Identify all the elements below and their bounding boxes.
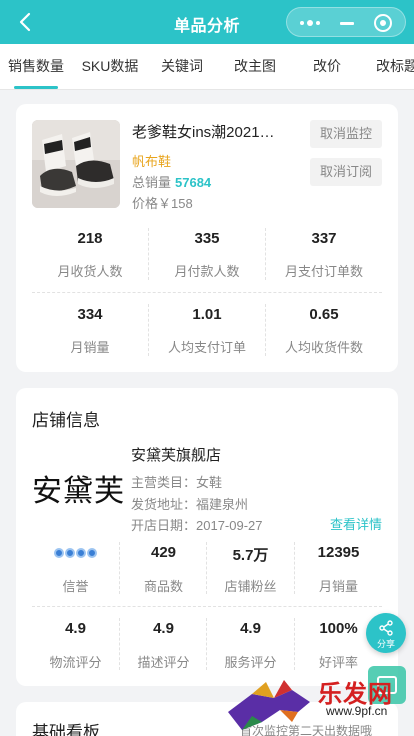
share-icon xyxy=(379,620,393,636)
product-category-tag: 帆布鞋 xyxy=(132,154,172,169)
stat-label: 信誉 xyxy=(62,579,89,594)
top-nav-bar: 单品分析 xyxy=(0,0,414,44)
stat-label: 商品数 xyxy=(143,579,183,594)
row-divider xyxy=(32,292,382,293)
active-tab-indicator xyxy=(14,86,58,89)
tab-sales-quantity[interactable]: 销售数量 xyxy=(6,44,66,89)
stat-value: 337 xyxy=(311,230,337,247)
tab-keywords[interactable]: 关键词 xyxy=(154,44,210,89)
stat-shop-fans: 5.7万 店铺粉丝 xyxy=(207,544,294,595)
col-divider xyxy=(265,304,266,356)
crown-icon xyxy=(54,548,64,558)
tab-change-price[interactable]: 改价 xyxy=(304,44,350,89)
stat-label: 月销量 xyxy=(70,340,110,355)
stat-monthly-payers: 335 月付款人数 xyxy=(149,230,265,280)
stat-label: 月收货人数 xyxy=(57,264,123,279)
row-divider xyxy=(32,606,382,607)
stat-label: 店铺粉丝 xyxy=(224,579,277,594)
stat-label: 月付款人数 xyxy=(174,264,240,279)
total-sales-label: 总销量 xyxy=(132,175,172,190)
stat-shop-monthly-sales: 12395 月销量 xyxy=(295,544,382,595)
crown-icon xyxy=(76,548,86,558)
col-divider xyxy=(294,618,295,670)
shop-section-title: 店铺信息 xyxy=(32,411,100,430)
stat-product-count: 429 商品数 xyxy=(120,544,207,595)
share-button[interactable]: 分享 xyxy=(366,613,406,653)
share-label: 分享 xyxy=(376,639,395,649)
col-divider xyxy=(119,618,120,670)
close-target-icon[interactable] xyxy=(365,8,401,38)
stat-logistics-score: 4.9 物流评分 xyxy=(32,620,119,671)
stat-label: 服务评分 xyxy=(224,655,277,670)
col-divider xyxy=(119,542,120,594)
view-details-link[interactable]: 查看详情 xyxy=(330,514,382,533)
stat-value: 5.7万 xyxy=(232,547,269,564)
analysis-tabs: 销售数量 SKU数据 关键词 改主图 改价 改标题 xyxy=(0,44,414,90)
stat-label: 人均收货件数 xyxy=(284,340,363,355)
stat-value: 4.9 xyxy=(240,620,261,637)
stat-value: 0.65 xyxy=(309,306,339,323)
stat-label: 月销量 xyxy=(318,579,358,594)
stat-value: 334 xyxy=(77,306,103,323)
col-divider xyxy=(148,304,149,356)
stat-label: 人均支付订单 xyxy=(167,340,246,355)
col-divider xyxy=(294,542,295,594)
stat-reputation: 信誉 xyxy=(32,544,119,595)
shop-logo: 安黛芙 xyxy=(32,474,125,509)
shop-open-date: 开店日期：2017-09-27 xyxy=(131,518,263,533)
tab-change-main-image[interactable]: 改主图 xyxy=(226,44,284,89)
tab-sku-data[interactable]: SKU数据 xyxy=(78,44,142,89)
mini-program-capsule xyxy=(286,7,406,37)
col-divider xyxy=(206,542,207,594)
stat-monthly-paid-orders: 337 月支付订单数 xyxy=(266,230,382,280)
stat-monthly-sales: 334 月销量 xyxy=(32,306,148,356)
shop-address: 发货地址：福建泉州 xyxy=(131,497,249,512)
minimize-icon[interactable] xyxy=(329,8,365,38)
shop-category: 主营类目：女鞋 xyxy=(131,475,223,490)
more-dots-icon[interactable] xyxy=(293,8,329,38)
stat-value: 4.9 xyxy=(65,620,86,637)
cancel-subscribe-button[interactable]: 取消订阅 xyxy=(310,158,382,186)
col-divider xyxy=(265,228,266,280)
stat-label: 物流评分 xyxy=(49,655,102,670)
reputation-crowns xyxy=(32,544,119,562)
product-thumbnail[interactable] xyxy=(32,120,120,208)
cancel-monitor-button[interactable]: 取消监控 xyxy=(310,120,382,148)
stat-value: 1.01 xyxy=(192,306,222,323)
product-title[interactable]: 老爹鞋女ins潮2021… xyxy=(132,121,298,142)
crown-icon xyxy=(65,548,75,558)
tab-change-title[interactable]: 改标题 xyxy=(376,44,414,89)
total-sales-value: 57684 xyxy=(175,175,212,190)
stat-value: 429 xyxy=(150,544,177,561)
watermark-url: www.9pf.cn xyxy=(326,704,388,718)
crown-icon xyxy=(87,548,97,558)
stat-value: 4.9 xyxy=(153,620,174,637)
stat-value: 12395 xyxy=(317,544,360,561)
dashboard-section-title: 基础看板 xyxy=(32,723,100,736)
col-divider xyxy=(206,618,207,670)
product-total-sales: 总销量 57684 xyxy=(132,172,211,191)
stat-avg-paid-orders: 1.01 人均支付订单 xyxy=(149,306,265,356)
stat-value: 335 xyxy=(194,230,220,247)
stat-description-score: 4.9 描述评分 xyxy=(120,620,207,671)
col-divider xyxy=(148,228,149,280)
shop-info-card: 店铺信息 安黛芙 安黛芙旗舰店 主营类目：女鞋 发货地址：福建泉州 开店日期：2… xyxy=(16,388,398,686)
stat-monthly-receivers: 218 月收货人数 xyxy=(32,230,148,280)
stat-label: 月支付订单数 xyxy=(284,264,363,279)
product-card: 老爹鞋女ins潮2021… 帆布鞋 总销量 57684 价格￥158 取消监控 取… xyxy=(16,104,398,372)
stat-avg-received-items: 0.65 人均收货件数 xyxy=(266,306,382,356)
stat-label: 描述评分 xyxy=(137,655,190,670)
product-price: 价格￥158 xyxy=(132,196,193,211)
stat-service-score: 4.9 服务评分 xyxy=(207,620,294,671)
stat-value: 218 xyxy=(77,230,103,247)
shop-name: 安黛芙旗舰店 xyxy=(131,447,222,464)
